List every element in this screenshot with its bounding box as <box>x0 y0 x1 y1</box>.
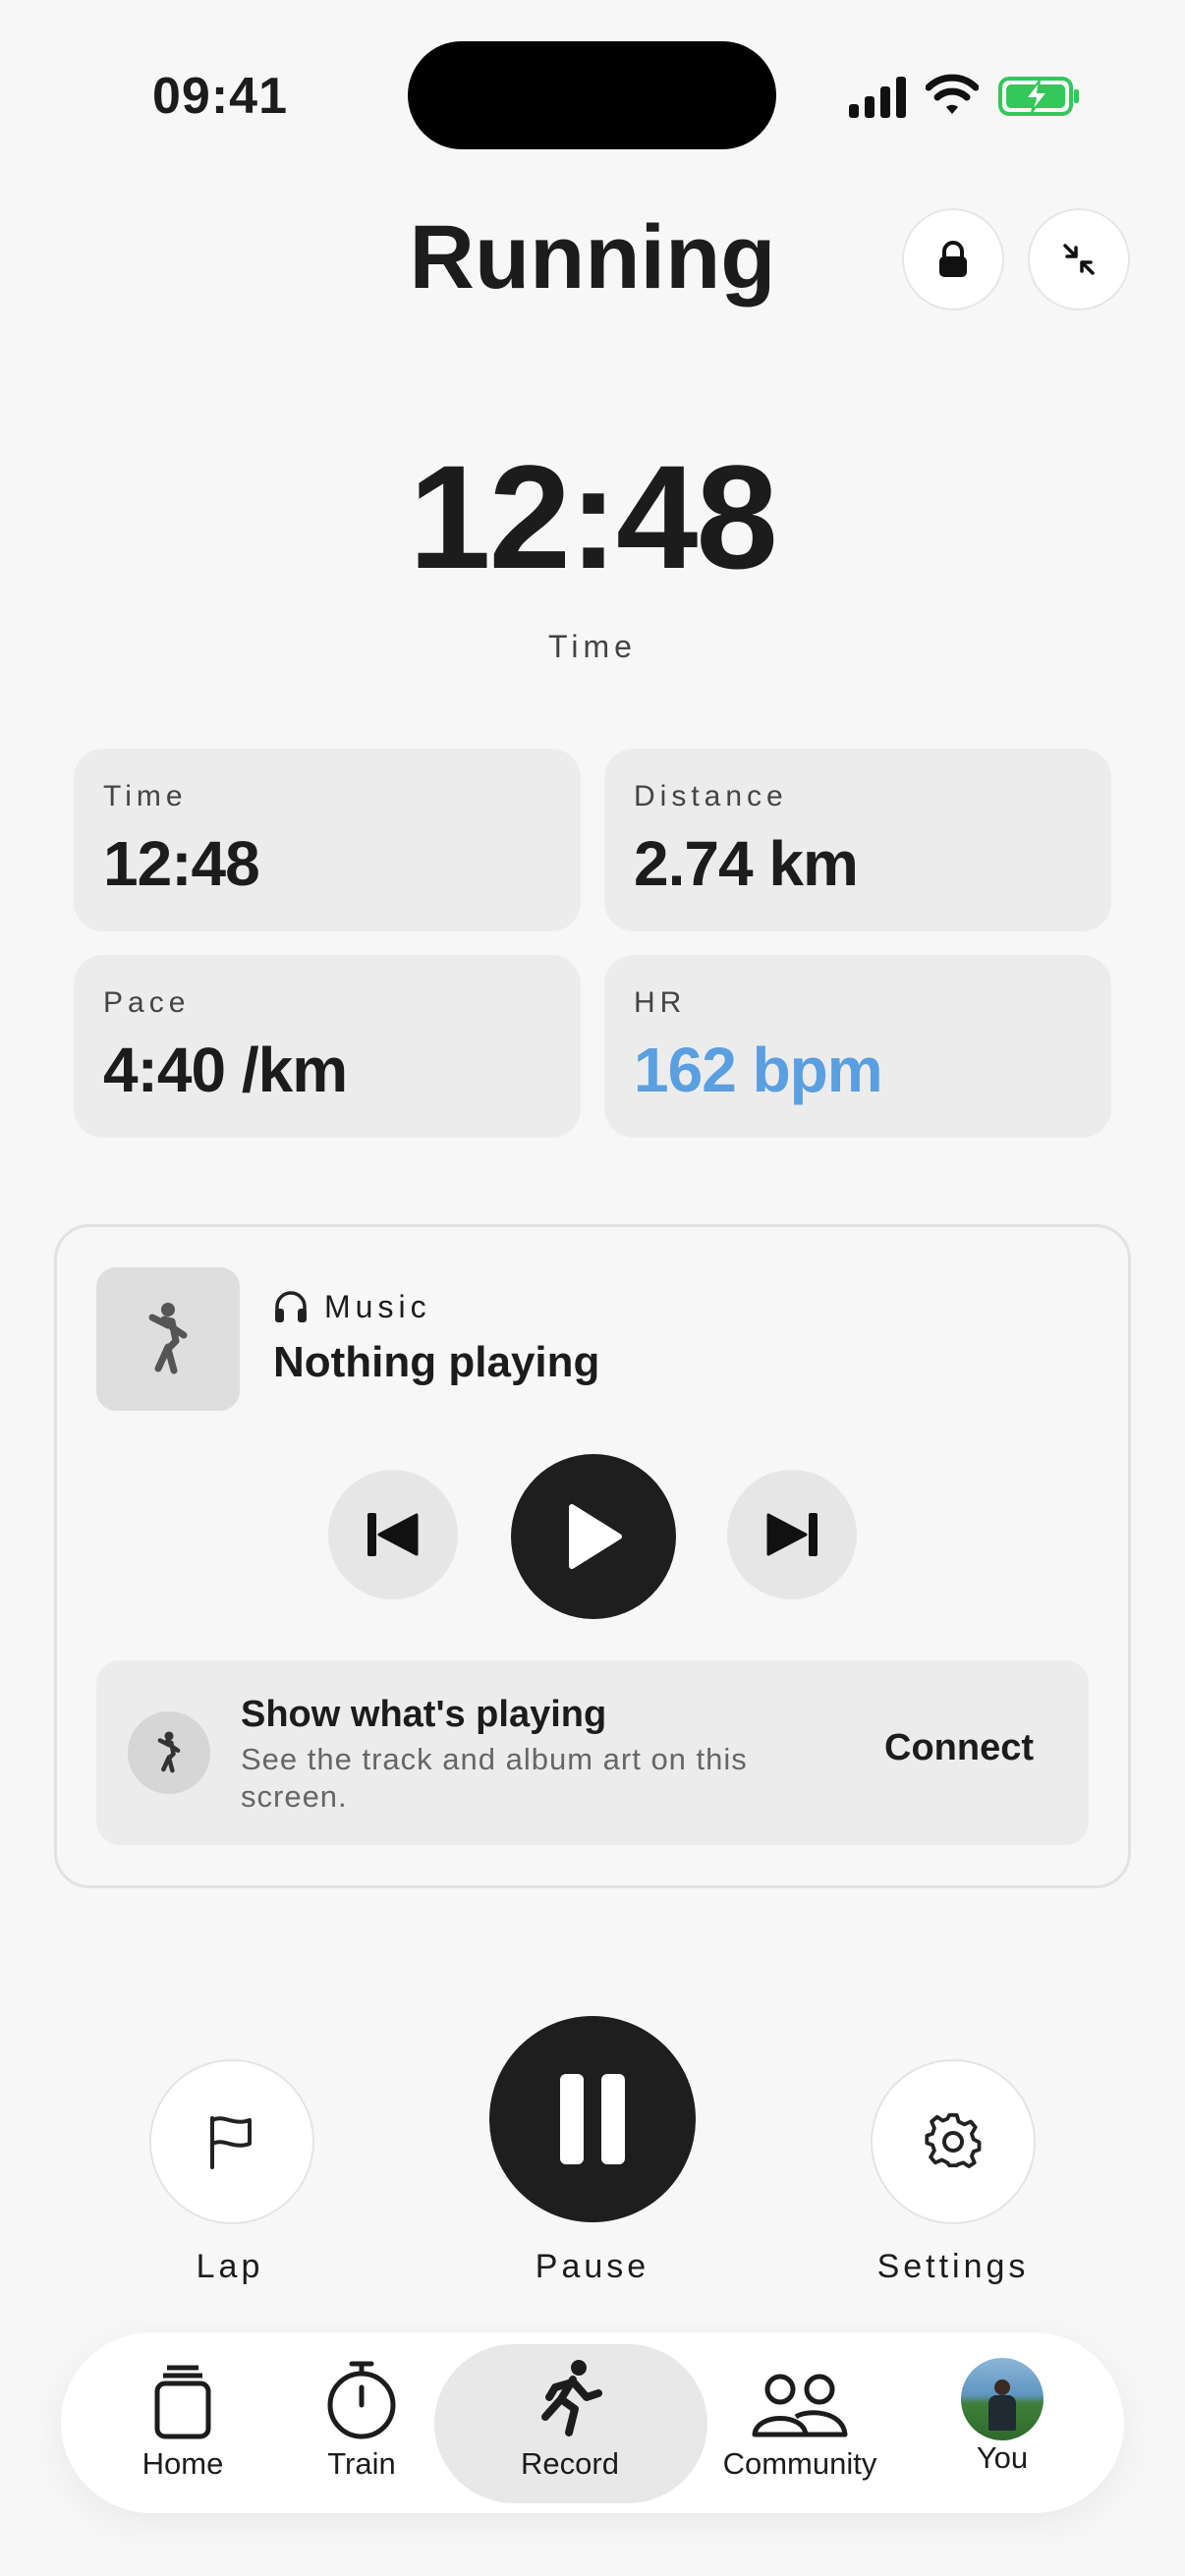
stat-distance: Distance 2.74 km <box>604 749 1111 931</box>
stopwatch-icon <box>327 2361 396 2439</box>
previous-track-button[interactable] <box>328 1470 458 1599</box>
stat-time: Time 12:48 <box>74 749 581 931</box>
page-title: Running <box>409 207 776 308</box>
lock-icon <box>939 241 967 277</box>
stat-label: Time <box>103 780 188 812</box>
runner-icon <box>148 1303 188 1374</box>
next-track-button[interactable] <box>727 1470 857 1599</box>
wifi-icon <box>926 74 979 114</box>
minimize-button[interactable] <box>1028 208 1130 310</box>
stat-heart-rate: HR 162 bpm <box>604 955 1111 1138</box>
elapsed-time: 12:48 <box>409 434 778 599</box>
battery-charging-icon <box>998 77 1079 116</box>
connect-subtitle: See the track and album art on this scre… <box>241 1742 748 1814</box>
flag-icon <box>210 2116 252 2169</box>
tab-label: You <box>976 2440 1029 2475</box>
tab-you[interactable]: You <box>953 2358 1051 2476</box>
connect-title: Show what's playing <box>241 1694 607 1735</box>
stat-label: Pace <box>103 986 191 1019</box>
stat-value: 2.74 km <box>634 828 859 899</box>
play-icon <box>569 1504 622 1569</box>
people-icon <box>752 2374 848 2437</box>
tab-label: Community <box>722 2446 877 2481</box>
stat-label: Distance <box>634 780 788 812</box>
stat-value: 12:48 <box>103 828 260 899</box>
elapsed-time-label: Time <box>548 629 637 664</box>
connect-button[interactable]: Connect <box>884 1727 1034 1769</box>
tab-community[interactable]: Community <box>711 2358 888 2482</box>
stat-pace: Pace 4:40 /km <box>74 955 581 1138</box>
tab-home[interactable]: Home <box>134 2358 232 2482</box>
settings-label: Settings <box>876 2248 1030 2285</box>
lap-label: Lap <box>196 2248 264 2285</box>
tab-record[interactable]: Record <box>491 2358 649 2482</box>
pause-button[interactable] <box>489 2016 696 2222</box>
pause-label: Pause <box>535 2248 650 2285</box>
tab-train[interactable]: Train <box>312 2358 411 2482</box>
settings-button[interactable] <box>871 2059 1036 2224</box>
headphones-icon <box>275 1291 307 1322</box>
lap-button[interactable] <box>149 2059 314 2224</box>
dynamic-island <box>408 41 776 149</box>
pause-icon <box>560 2074 625 2164</box>
status-time: 09:41 <box>152 68 288 125</box>
skip-back-icon <box>367 1513 419 1556</box>
stat-value: 162 bpm <box>634 1035 883 1105</box>
collapse-icon <box>1063 244 1095 275</box>
album-art <box>96 1267 240 1411</box>
skip-forward-icon <box>766 1513 818 1556</box>
tab-label: Home <box>141 2446 224 2481</box>
tab-label: Train <box>327 2446 396 2481</box>
stat-label: HR <box>634 986 687 1019</box>
play-button[interactable] <box>511 1454 676 1619</box>
tab-label: Record <box>521 2446 619 2481</box>
signal-icon <box>849 77 906 118</box>
avatar <box>961 2358 1044 2440</box>
music-app-icon <box>128 1711 210 1794</box>
music-label: Music <box>324 1289 431 1324</box>
runner-icon <box>541 2360 602 2436</box>
runner-icon <box>157 1731 181 1773</box>
stat-value: 4:40 /km <box>103 1035 348 1105</box>
lock-button[interactable] <box>902 208 1004 310</box>
gear-icon <box>925 2112 982 2169</box>
home-icon <box>154 2365 211 2439</box>
now-playing-title: Nothing playing <box>273 1338 600 1386</box>
